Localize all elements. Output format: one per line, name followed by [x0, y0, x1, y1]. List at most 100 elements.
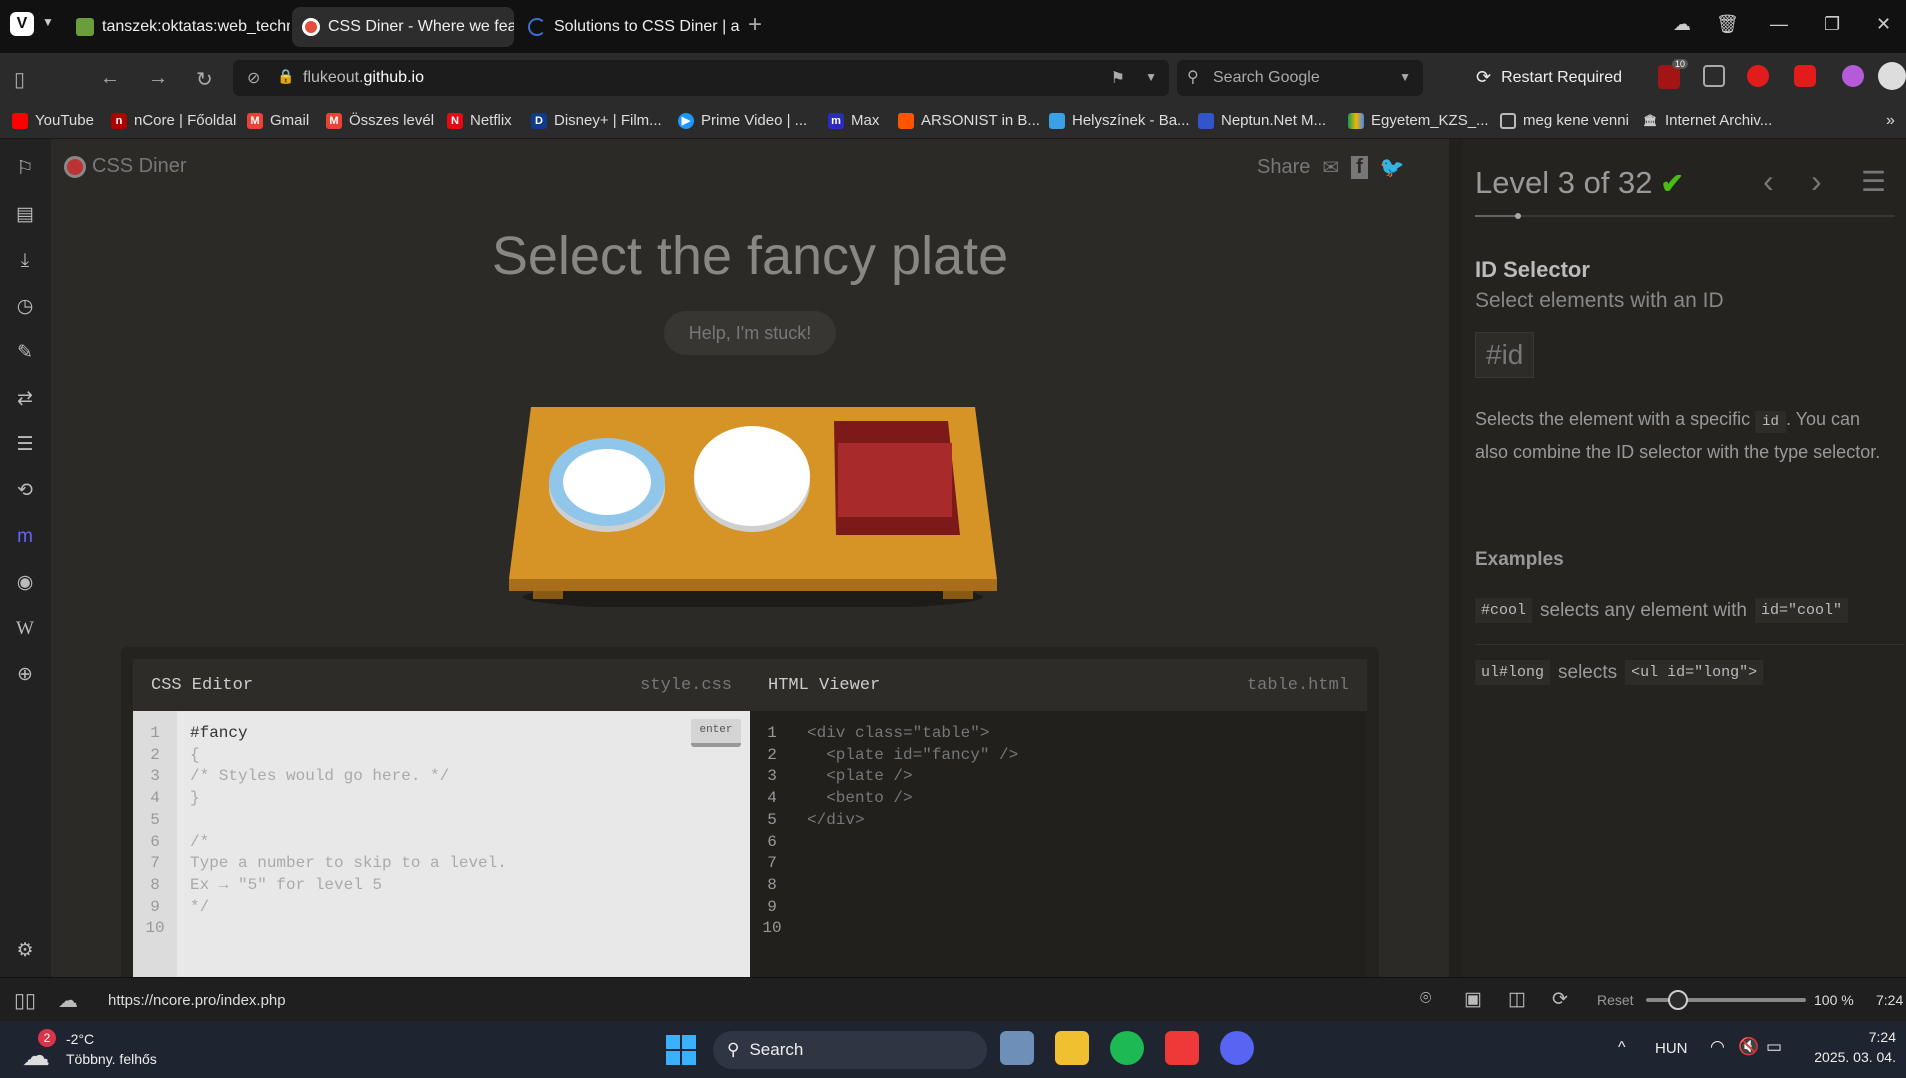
clock[interactable]: 7:24 2025. 03. 04.	[1800, 1027, 1896, 1067]
restart-label: Restart Required	[1501, 68, 1623, 86]
spotify-icon[interactable]	[1110, 1031, 1144, 1065]
forward-button[interactable]: →	[148, 67, 168, 90]
bookmark-max[interactable]: m Max	[828, 112, 879, 129]
line-number: 10	[145, 919, 165, 938]
level-menu-icon[interactable]: ☰	[1861, 165, 1886, 198]
language-indicator[interactable]: HUN	[1655, 1040, 1688, 1057]
line-number: 10	[762, 919, 782, 938]
restart-required-button[interactable]: ⟳ Restart Required	[1476, 67, 1622, 88]
bookmark-osszes-level[interactable]: M Összes levél	[326, 112, 434, 129]
photos-app-icon[interactable]	[1000, 1031, 1034, 1065]
prev-level-button[interactable]: ‹	[1763, 163, 1774, 200]
translate-icon[interactable]: ⇄	[13, 387, 37, 411]
history-icon[interactable]: ◷	[13, 295, 37, 319]
code-line: <plate id="fancy" />	[807, 745, 1019, 764]
downloads-icon[interactable]: ⤓	[13, 249, 37, 273]
add-panel-icon[interactable]: ⊕	[13, 663, 37, 687]
windows-start-icon[interactable]	[666, 1035, 696, 1065]
vivaldi-icon[interactable]	[1165, 1031, 1199, 1065]
bookmark-ncore[interactable]: n nCore | Főoldal	[111, 112, 236, 129]
wikipedia-icon[interactable]: W	[13, 617, 37, 641]
fancy-plate[interactable]	[548, 432, 666, 532]
globe-icon[interactable]: ◉	[13, 571, 37, 595]
tray-chevron-icon[interactable]: ^	[1618, 1039, 1626, 1057]
youtube-dislike-extension-icon[interactable]	[1794, 65, 1816, 87]
notes-icon[interactable]: ✎	[13, 341, 37, 365]
address-field[interactable]: ⊘ 🔒 flukeout. github.io ⚑ ▼	[233, 60, 1169, 96]
discord-icon[interactable]	[1220, 1031, 1254, 1065]
search-field[interactable]: ⚲ Search Google ▼	[1177, 60, 1423, 96]
bookmarks-overflow-icon[interactable]: »	[1886, 112, 1895, 130]
bookmark-helyszinek[interactable]: Helyszínek - Ba...	[1049, 112, 1190, 129]
reload-button[interactable]: ↻	[196, 67, 213, 92]
window-panel-icon[interactable]: ☰	[13, 433, 37, 457]
restore-button[interactable]: ❐	[1824, 14, 1840, 35]
panel-toggle-icon[interactable]: ▯▯	[14, 988, 36, 1013]
gmail-icon: M	[247, 112, 263, 129]
chevron-down-icon[interactable]: ▼	[1399, 70, 1411, 84]
extension-icon[interactable]	[1842, 65, 1864, 87]
tab-solutions[interactable]: Solutions to CSS Diner | and	[518, 7, 740, 47]
bookmark-netflix[interactable]: N Netflix	[447, 112, 512, 129]
zoom-reset-button[interactable]: Reset	[1597, 992, 1634, 1008]
bookmark-neptun[interactable]: Neptun.Net M...	[1198, 112, 1326, 129]
settings-gear-icon[interactable]: ⚙	[13, 939, 37, 963]
zoom-slider-knob[interactable]	[1668, 990, 1688, 1010]
bookmark-prime-video[interactable]: ▶ Prime Video | ...	[678, 112, 807, 129]
css-code-area[interactable]: #fancy {/* Styles would go here. */} /* Ty…	[190, 723, 507, 940]
taskbar-search[interactable]: ⚲ Search	[713, 1031, 987, 1069]
mastodon-icon[interactable]: m	[13, 525, 37, 549]
chevron-down-icon[interactable]: ▼	[42, 15, 54, 29]
reading-list-icon[interactable]: ▤	[13, 203, 37, 227]
close-window-button[interactable]: ✕	[1876, 14, 1891, 35]
plate[interactable]	[693, 422, 811, 534]
panel-toggle-icon[interactable]: ▯	[14, 67, 25, 92]
bookmark-youtube[interactable]: YouTube	[12, 112, 94, 129]
help-button[interactable]: Help, I'm stuck!	[664, 311, 836, 355]
cloud-icon[interactable]: ☁	[58, 988, 78, 1013]
css-editor-body[interactable]: 1 2 3 4 5 6 7 8 9 10 #fancy {/* Styles would go he…	[133, 711, 750, 977]
status-time: 7:24	[1876, 992, 1904, 1008]
weather-widget[interactable]: ☁ 2 -2°C Több­ny. felhős	[20, 1029, 180, 1073]
page-actions-icon[interactable]: ⟳	[1552, 988, 1568, 1011]
file-explorer-icon[interactable]	[1055, 1031, 1089, 1065]
zoom-slider[interactable]	[1646, 990, 1806, 1010]
bento[interactable]	[832, 421, 962, 537]
bookmarks-panel-icon[interactable]: ⚐	[13, 157, 37, 181]
email-icon[interactable]: ✉	[1322, 155, 1339, 180]
back-button[interactable]: ←	[100, 67, 120, 90]
enter-button[interactable]: enter	[691, 719, 741, 747]
minimize-button[interactable]: —	[1770, 14, 1788, 35]
bookmark-egyetem[interactable]: Egyetem_KZS_...	[1348, 112, 1489, 129]
tab-css-diner[interactable]: CSS Diner - Where we feast	[292, 7, 514, 47]
chevron-down-icon[interactable]: ▼	[1145, 70, 1157, 84]
new-tab-button[interactable]: +	[748, 11, 762, 39]
screenshot-icon[interactable]: ⌾	[1420, 988, 1431, 1010]
image-toggle-icon[interactable]: ▣	[1464, 988, 1482, 1011]
trash-icon[interactable]: 🗑	[1716, 14, 1739, 35]
twitter-icon[interactable]: 🐦	[1380, 155, 1405, 180]
sync-icon[interactable]: ⟲	[13, 479, 37, 503]
speaker-muted-icon[interactable]: 🔇	[1738, 1037, 1759, 1057]
wifi-icon[interactable]: ◠	[1710, 1037, 1725, 1057]
page-tiling-icon[interactable]: ◫	[1508, 988, 1526, 1011]
facebook-icon[interactable]: f	[1351, 156, 1368, 179]
bookmark-soundcloud[interactable]: ARSONIST in B...	[898, 112, 1040, 129]
next-level-button[interactable]: ›	[1811, 163, 1822, 200]
tab-web-tech[interactable]: tanszek:oktatas:web_technolo	[66, 7, 290, 47]
css-diner-logo[interactable]: CSS Diner	[64, 155, 186, 178]
youtube-extension-icon[interactable]	[1747, 65, 1769, 87]
battery-icon[interactable]: ▭	[1766, 1037, 1782, 1057]
bookmark-internet-archive[interactable]: 🏛 Internet Archiv...	[1642, 112, 1772, 129]
reader-extension-icon[interactable]	[1703, 65, 1725, 87]
vivaldi-menu-button[interactable]: V	[10, 12, 34, 36]
bookmark-icon[interactable]: ⚑	[1111, 68, 1125, 88]
bookmark-gmail[interactable]: M Gmail	[247, 112, 309, 129]
cloud-sync-icon[interactable]: ☁	[1673, 14, 1691, 35]
bookmark-disney[interactable]: D Disney+ | Film...	[531, 112, 662, 129]
bookmark-folder-meg-kene-venni[interactable]: meg kene venni	[1500, 112, 1629, 129]
avatar[interactable]	[1878, 62, 1906, 90]
tracker-blocker-icon[interactable]: ⊘	[247, 68, 260, 88]
